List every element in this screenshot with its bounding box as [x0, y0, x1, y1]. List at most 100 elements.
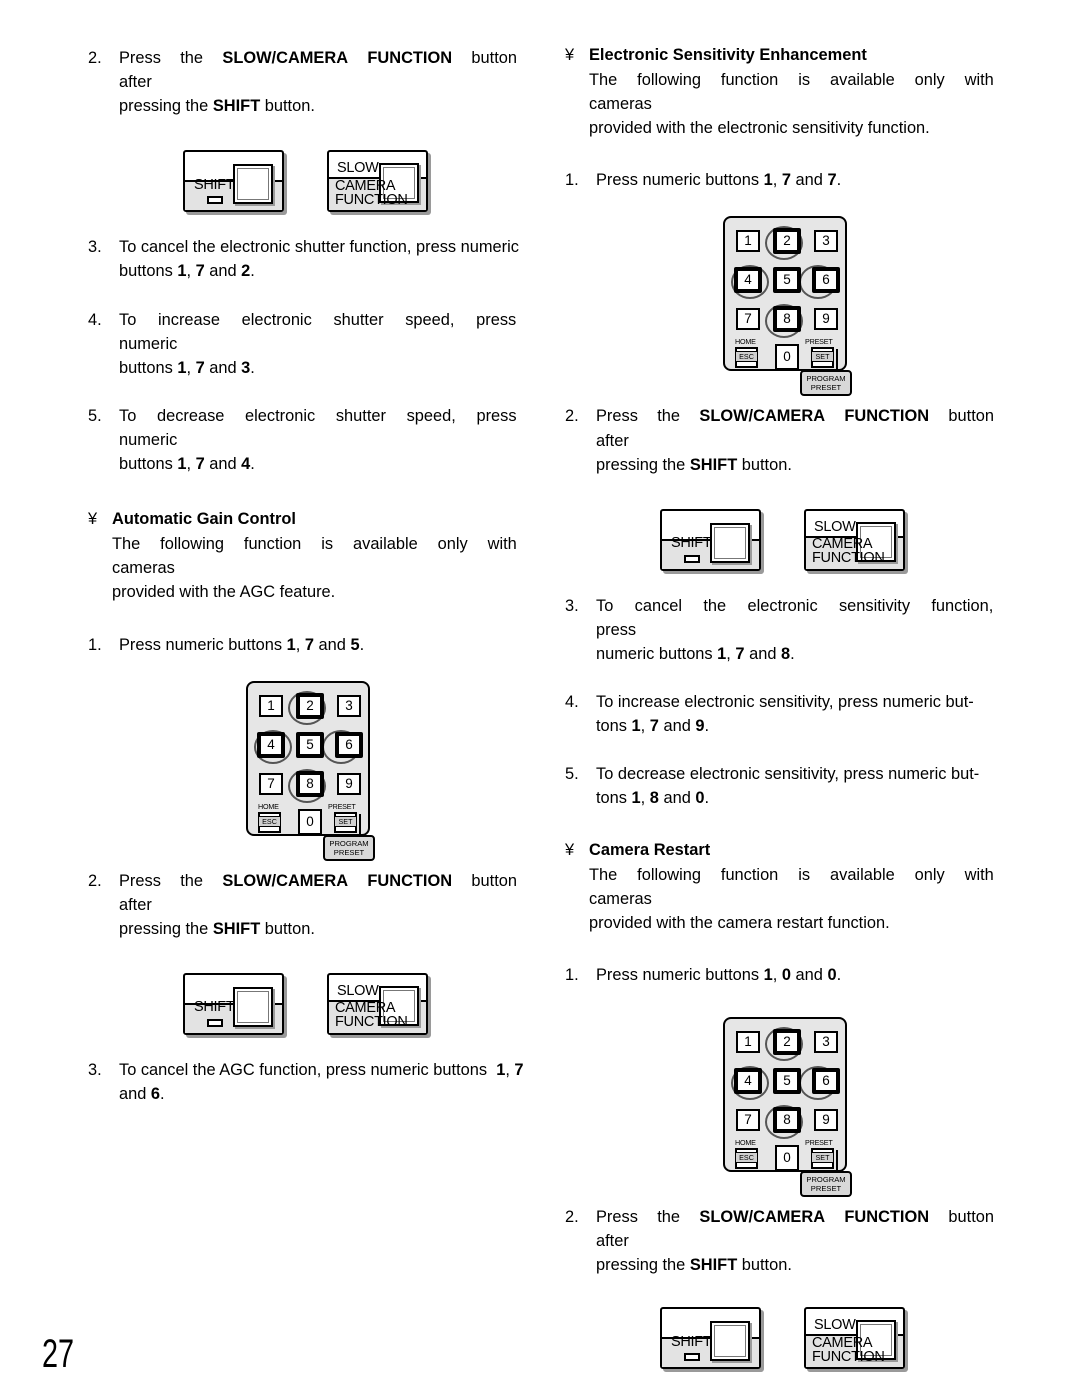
list-item: 1. Press numeric buttons 1, 7 and 7. — [565, 168, 1005, 192]
manual-page: 2. Press the SLOW/CAMERA FUNCTION button… — [0, 0, 1080, 1399]
keypad-key-2: 2 — [773, 228, 801, 255]
list-item-number: 2. — [565, 407, 579, 426]
section-heading-automatic-gain-control: ¥ Automatic Gain Control — [88, 510, 528, 529]
list-item-number: 3. — [88, 1060, 102, 1079]
callout-line-2: PRESET — [810, 1183, 842, 1193]
numeric-keypad-figure: 1 2 3 4 5 6 7 8 9 HOME ESC 0 PRESET SET … — [565, 1005, 1005, 1205]
list-item-body: To increase electronic shutter speed, pr… — [119, 308, 528, 380]
home-label: HOME — [258, 801, 279, 811]
text-line: Press the SLOW/CAMERA FUNCTION button af… — [596, 407, 1005, 450]
text-line: To decrease electronic sensitivity, pres… — [596, 765, 980, 784]
section-heading-text: Automatic Gain Control — [112, 510, 296, 529]
slow-camera-function-button-illustration: SLOW CAMERA FUNCTION — [327, 972, 428, 1035]
bullet-glyph-icon: ¥ — [565, 840, 575, 859]
text-line: The following function is available only… — [589, 865, 1005, 908]
callout-line-2: PRESET — [810, 383, 842, 393]
list-item: 2. Press the SLOW/CAMERA FUNCTION button… — [88, 46, 528, 118]
function-button-label: FUNCTION — [335, 1014, 408, 1031]
list-item-number: 2. — [565, 1207, 579, 1226]
list-item-body: To cancel the AGC function, press numeri… — [119, 1058, 528, 1106]
list-item: 4. To increase electronic shutter speed,… — [88, 308, 528, 380]
text-line: To cancel the AGC function, press numeri… — [119, 1060, 524, 1079]
left-column: 2. Press the SLOW/CAMERA FUNCTION button… — [88, 46, 528, 1130]
text-line: pressing the SHIFT button. — [119, 97, 315, 116]
numeric-keypad-illustration: 1 2 3 4 5 6 7 8 9 HOME ESC 0 PRESET SET … — [246, 680, 375, 861]
keypad-key-5: 5 — [773, 1067, 801, 1094]
esc-tag: ESC — [735, 351, 758, 363]
preset-label: PRESET — [328, 801, 356, 811]
section-heading-text: Electronic Sensitivity Enhancement — [589, 46, 867, 64]
shift-led-indicator — [207, 1018, 223, 1027]
slow-camera-function-button-illustration: SLOW CAMERA FUNCTION — [804, 508, 905, 571]
keypad-key-2: 2 — [773, 1028, 801, 1055]
text-line: provided with the AGC feature. — [112, 583, 336, 602]
list-item-body: Press numeric buttons 1, 7 and 7. — [596, 168, 1005, 192]
keycap-graphic — [233, 986, 273, 1027]
text-line: To decrease electronic shutter speed, pr… — [119, 406, 528, 449]
list-item-number: 2. — [88, 871, 102, 890]
keypad-key-3: 3 — [814, 1030, 838, 1053]
keypad-key-7: 7 — [736, 1108, 760, 1131]
keypad-key-1: 1 — [259, 694, 283, 717]
list-item-body: Press the SLOW/CAMERA FUNCTION button af… — [596, 404, 1005, 476]
keypad-key-8: 8 — [296, 770, 324, 797]
function-button-label: FUNCTION — [812, 1348, 885, 1365]
keypad-key-9: 9 — [337, 772, 361, 795]
text-line: pressing the SHIFT button. — [596, 1256, 792, 1275]
list-item-number: 1. — [88, 635, 102, 654]
list-item-body: To decrease electronic sensitivity, pres… — [596, 762, 1005, 810]
text-line: buttons 1, 7 and 3. — [119, 358, 255, 377]
numeric-keypad-figure: 1 2 3 4 5 6 7 8 9 HOME ESC 0 PRESET SET … — [88, 669, 528, 869]
text-line: Press the SLOW/CAMERA FUNCTION button af… — [119, 871, 528, 914]
shift-slow-camera-function-figure: SHIFT SLOW CAMERA FUNCTION — [565, 1297, 1005, 1392]
text-line: To cancel the electronic shutter functio… — [119, 238, 519, 257]
list-item-number: 5. — [88, 406, 102, 425]
shift-button-illustration: SHIFT — [660, 1307, 761, 1370]
text-line: The following function is available only… — [112, 535, 528, 578]
keypad-key-5: 5 — [773, 267, 801, 294]
text-line: tons 1, 7 and 9. — [596, 717, 710, 736]
section-heading-camera-restart: ¥ Camera Restart — [565, 841, 1005, 860]
list-item: 2. Press the SLOW/CAMERA FUNCTION button… — [565, 1205, 1005, 1277]
text-line: buttons 1, 7 and 4. — [119, 455, 255, 474]
set-tag: SET — [334, 815, 357, 827]
keypad-key-0: 0 — [775, 344, 799, 371]
section-body: The following function is available only… — [88, 532, 528, 604]
slow-camera-function-button-illustration: SLOW CAMERA FUNCTION — [804, 1307, 905, 1370]
keycap-graphic — [710, 1321, 750, 1362]
set-tag: SET — [811, 1151, 834, 1163]
keypad-key-3: 3 — [337, 694, 361, 717]
esc-tag: ESC — [735, 1151, 758, 1163]
shift-slow-camera-function-figure: SHIFT SLOW CAMERA FUNCTION — [88, 140, 528, 235]
keypad-key-2: 2 — [296, 692, 324, 719]
preset-label: PRESET — [805, 337, 833, 347]
keypad-key-5: 5 — [296, 731, 324, 758]
keypad-key-4: 4 — [257, 731, 285, 758]
section-body: The following function is available only… — [565, 68, 1005, 140]
list-item: 1. Press numeric buttons 1, 7 and 5. — [88, 633, 528, 657]
section-heading-text: Camera Restart — [589, 840, 711, 859]
home-label: HOME — [735, 1137, 756, 1147]
list-item: 2. Press the SLOW/CAMERA FUNCTION button… — [88, 869, 528, 941]
esc-tag: ESC — [258, 815, 281, 827]
list-item-body: Press the SLOW/CAMERA FUNCTION button af… — [119, 869, 528, 941]
text-line: buttons 1, 7 and 2. — [119, 262, 255, 281]
shift-button-label: SHIFT — [194, 176, 235, 193]
list-item-number: 4. — [565, 693, 579, 712]
callout-line-1: PROGRAM — [806, 1174, 846, 1184]
keypad-key-6: 6 — [812, 1067, 840, 1094]
list-item: 3. To cancel the electronic sensitivity … — [565, 594, 1005, 666]
list-item-number: 3. — [565, 596, 579, 615]
list-item-body: To increase electronic sensitivity, pres… — [596, 690, 1005, 738]
text-line: To increase electronic shutter speed, pr… — [119, 310, 528, 353]
text-line: Press numeric buttons 1, 7 and 5. — [119, 635, 365, 654]
text-line: The following function is available only… — [589, 71, 1005, 114]
list-item-number: 1. — [565, 965, 579, 984]
slow-button-label: SLOW — [814, 518, 856, 535]
text-line: provided with the camera restart functio… — [589, 913, 890, 932]
callout-line-1: PROGRAM — [806, 374, 846, 384]
list-item-body: To cancel the electronic sensitivity fun… — [596, 594, 1005, 666]
text-line: Press the SLOW/CAMERA FUNCTION button af… — [596, 1207, 1005, 1251]
keypad-key-3: 3 — [814, 230, 838, 253]
shift-button-label: SHIFT — [194, 999, 235, 1016]
